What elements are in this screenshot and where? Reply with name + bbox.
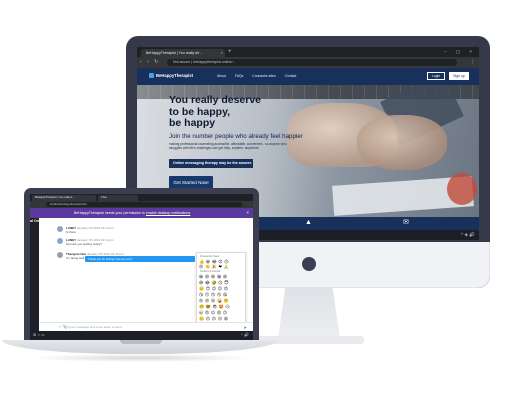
- site-navbar: BeHappyTherapist About FAQs Counselor si…: [137, 68, 479, 85]
- own-message-bubble: Thank you for asking, how are you?: [85, 256, 195, 262]
- laptop-notch: [120, 340, 162, 344]
- tray-icons[interactable]: ^ 🔊: [241, 332, 249, 338]
- person-icon: ▲: [305, 219, 312, 226]
- hero-body-text: making professional counseling accessibl…: [169, 142, 287, 151]
- window-controls[interactable]: – ▢ ×: [444, 48, 476, 56]
- avatar: [57, 238, 63, 244]
- laptop-browser-tab-bar: BeHappyTherapist | You really d... Chat: [30, 194, 253, 201]
- emoji-row[interactable]: 🧐 🤓 😎 🤩 😏: [199, 304, 230, 309]
- message-text: how are you feeling today?: [66, 242, 102, 246]
- message-text: hi there: [66, 230, 77, 234]
- hero-headline: You really deserve to be happy, be happy: [169, 94, 262, 129]
- hero-badge: Online messaging therapy may be the answ…: [169, 159, 253, 168]
- laptop-screen: BeHappyTherapist | You really d... Chat …: [30, 194, 253, 340]
- hero-subheadline: Join the number people who already feel …: [169, 133, 303, 140]
- emoji-row[interactable]: 😢 👏 🎉 ❤ 🙏: [199, 264, 229, 269]
- tray-icons[interactable]: ^ ◈ 🔊: [461, 232, 475, 238]
- avatar: [57, 226, 63, 232]
- browser-tab-bar: BeHappyTherapist | You really de... × + …: [137, 47, 479, 57]
- avatar: [57, 252, 63, 258]
- monitor-power-button: [302, 257, 316, 271]
- start-icon[interactable]: ⊞ ○ ▭: [33, 332, 45, 338]
- site-logo[interactable]: BeHappyTherapist: [149, 73, 193, 79]
- nav-link-faqs[interactable]: FAQs: [235, 74, 243, 78]
- chat-sidebar: [30, 218, 39, 331]
- emoji-row[interactable]: 😒 😞 😔 😟 😕: [199, 310, 228, 315]
- nav-link-counselor-sites[interactable]: Counselor sites: [252, 74, 275, 78]
- mail-icon: ✉: [403, 219, 409, 226]
- laptop-shadow: [28, 354, 254, 362]
- nav-link-about[interactable]: About: [217, 74, 226, 78]
- emoji-row[interactable]: 😅 😂 🤣 😊 😇: [199, 280, 229, 285]
- laptop-os-taskbar: ⊞ ○ ▭ ^ 🔊: [30, 331, 253, 340]
- message-text: I'm doing well: [66, 256, 85, 260]
- close-icon[interactable]: ×: [246, 208, 249, 218]
- logo-icon: [149, 73, 154, 79]
- emoji-row[interactable]: 🙂 🙃 😉 😌 😍: [199, 286, 228, 291]
- browser-nav-icons[interactable]: ‹ › ↻: [140, 59, 160, 66]
- new-tab-icon[interactable]: +: [228, 48, 232, 56]
- login-button[interactable]: Login: [427, 72, 445, 80]
- message-composer: ☺ 📎 Type a message and press Enter to se…: [39, 322, 253, 331]
- laptop-url-input[interactable]: localhost/behappytherapist/chat: [46, 202, 242, 207]
- enable-notifications-link[interactable]: enable desktop notifications: [146, 211, 190, 215]
- site-nav-links: About FAQs Counselor sites Contact: [217, 74, 304, 78]
- emoji-category-label: Frequently Used: [200, 255, 220, 258]
- emoji-category-label: Smileys & People: [200, 270, 221, 273]
- emoji-row[interactable]: 🙁 ☹ 😣 😖 😫: [199, 316, 228, 321]
- browser-address-bar: ‹ › ↻ Not secure | behappytherapist.onli…: [137, 57, 479, 68]
- emoji-row[interactable]: 😘 😗 😙 😚 😋: [199, 292, 228, 297]
- browser-tab-title: BeHappyTherapist | You really de...: [146, 51, 203, 55]
- emoji-row[interactable]: 😛 😝 😜 🤪 🤨: [199, 298, 229, 303]
- notification-text: BeHappyTherapist needs your permission t…: [74, 211, 191, 215]
- signup-button[interactable]: Sign up: [449, 72, 469, 80]
- browser-tab[interactable]: BeHappyTherapist | You really de... ×: [141, 49, 225, 57]
- notification-banner: BeHappyTherapist needs your permission t…: [30, 208, 253, 218]
- menu-icon[interactable]: ⋮: [470, 59, 475, 66]
- emoji-row[interactable]: 😀 😃 😄 😁 😆: [199, 274, 228, 279]
- nav-link-contact[interactable]: Contact: [285, 74, 297, 78]
- close-icon[interactable]: ×: [221, 49, 223, 57]
- url-input[interactable]: Not secure | behappytherapist.online/...: [167, 59, 457, 66]
- laptop-address-bar: localhost/behappytherapist/chat: [30, 201, 253, 208]
- monitor-stand-neck: [278, 287, 340, 339]
